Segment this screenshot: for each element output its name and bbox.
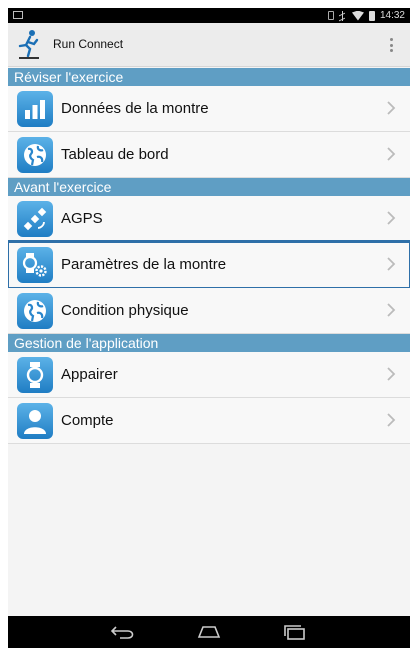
status-time: 14:32 <box>379 10 405 21</box>
section-header-review: Réviser l'exercice <box>8 68 410 86</box>
section-header-app-management: Gestion de l'application <box>8 334 410 352</box>
list-item-fitness[interactable]: Condition physique <box>8 288 410 334</box>
chevron-right-icon <box>387 367 396 381</box>
list-item-label: Tableau de bord <box>61 146 169 163</box>
list-item-label: Appairer <box>61 366 118 383</box>
user-icon <box>17 403 53 439</box>
overflow-menu-icon[interactable] <box>386 35 396 55</box>
section-header-before: Avant l'exercice <box>8 178 410 196</box>
satellite-icon <box>17 201 53 237</box>
phone-screen: 14:32 Run Connect Réviser l'exercice Don… <box>8 8 410 648</box>
list-item-agps[interactable]: AGPS <box>8 196 410 242</box>
home-icon <box>197 626 221 638</box>
watch-settings-icon <box>17 247 53 283</box>
vibrate-icon <box>327 11 334 20</box>
list-item-label: Compte <box>61 412 114 429</box>
action-bar: Run Connect <box>8 23 410 67</box>
status-bar: 14:32 <box>8 8 410 23</box>
chevron-right-icon <box>387 101 396 115</box>
wifi-icon <box>351 10 364 21</box>
list-item-account[interactable]: Compte <box>8 398 410 444</box>
navigation-bar <box>8 616 410 648</box>
bluetooth-icon <box>339 10 347 21</box>
list-item-watch-settings[interactable]: Paramètres de la montre <box>8 240 410 290</box>
globe-icon <box>17 293 53 329</box>
chevron-right-icon <box>387 211 396 225</box>
runner-logo-icon <box>18 30 39 59</box>
menu-list: Réviser l'exercice Données de la montre … <box>8 68 410 444</box>
chevron-right-icon <box>387 303 396 317</box>
chevron-right-icon <box>387 257 396 271</box>
globe-icon <box>17 137 53 173</box>
watch-icon <box>17 357 53 393</box>
bar-chart-icon <box>17 91 53 127</box>
chevron-right-icon <box>387 413 396 427</box>
list-item-dashboard[interactable]: Tableau de bord <box>8 132 410 178</box>
list-item-label: AGPS <box>61 210 103 227</box>
list-item-watch-data[interactable]: Données de la montre <box>8 86 410 132</box>
chevron-right-icon <box>387 147 396 161</box>
back-icon <box>110 626 134 639</box>
back-button[interactable] <box>108 622 138 642</box>
recent-apps-icon <box>284 625 305 640</box>
battery-icon <box>368 10 375 21</box>
list-item-pair[interactable]: Appairer <box>8 352 410 398</box>
list-item-label: Données de la montre <box>61 100 209 117</box>
status-icons: 14:32 <box>327 9 405 22</box>
list-item-label: Paramètres de la montre <box>61 256 227 273</box>
home-button[interactable] <box>194 622 224 642</box>
notification-icon <box>13 11 23 19</box>
list-item-label: Condition physique <box>61 302 189 319</box>
app-title: Run Connect <box>53 37 124 51</box>
recent-apps-button[interactable] <box>280 622 310 642</box>
